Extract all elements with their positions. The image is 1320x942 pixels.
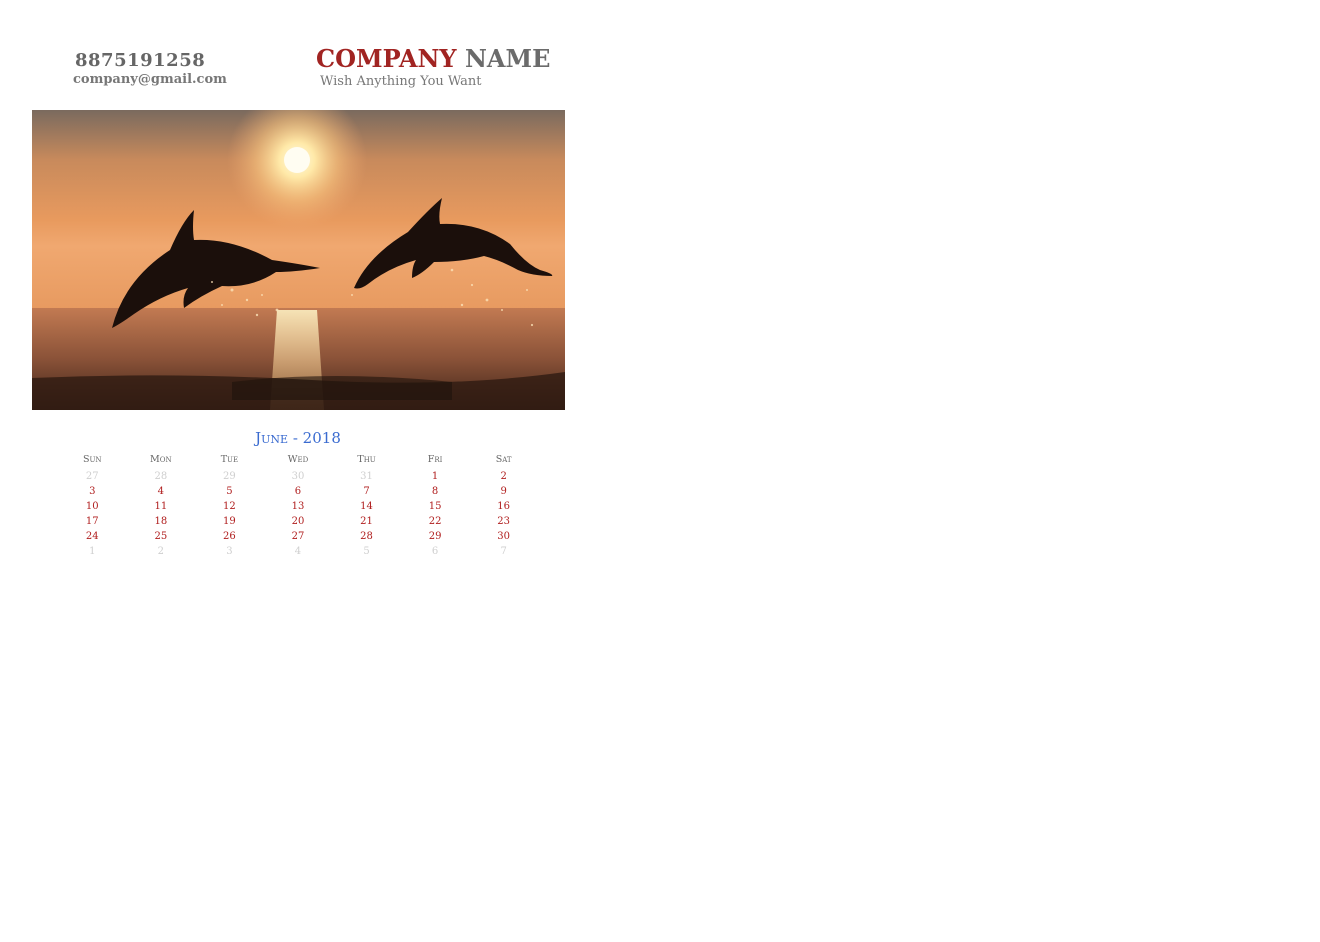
company-name-second-word: NAME xyxy=(464,44,551,73)
weekday-header: Sun Mon Tue Wed Thu Fri Sat xyxy=(58,452,538,469)
weekday-label: Fri xyxy=(427,454,443,465)
calendar-day: 28 xyxy=(360,531,373,542)
calendar-day: 14 xyxy=(360,501,373,512)
calendar-day: 18 xyxy=(154,516,168,527)
calendar-week-row: 17 18 19 20 21 22 23 xyxy=(58,514,538,529)
weekday-label: Wed xyxy=(287,454,309,465)
calendar-day: 13 xyxy=(291,501,305,512)
calendar-day: 8 xyxy=(431,486,439,497)
brand-block: COMPANY NAME Wish Anything You Want xyxy=(316,44,576,90)
calendar-day: 11 xyxy=(154,501,168,512)
calendar-day: 12 xyxy=(223,501,236,512)
calendar-day-outside-month: 2 xyxy=(157,546,165,557)
company-name-first-word: COMPANY xyxy=(316,44,457,73)
calendar-day: 21 xyxy=(360,516,373,527)
calendar-day-outside-month: 27 xyxy=(85,471,99,482)
weekday-label: Mon xyxy=(150,454,172,465)
weekday-label: Sat xyxy=(495,454,512,465)
calendar-day-outside-month: 31 xyxy=(360,471,373,482)
calendar-day: 2 xyxy=(500,471,507,482)
calendar-day-outside-month: 1 xyxy=(89,546,96,557)
calendar-day-outside-month: 6 xyxy=(431,546,439,557)
calendar-day: 4 xyxy=(157,486,165,497)
calendar-week-row: 10 11 12 13 14 15 16 xyxy=(58,499,538,514)
email-address: company@gmail.com xyxy=(73,72,227,87)
calendar-day: 15 xyxy=(428,501,442,512)
contact-block: 8875191258 company@gmail.com xyxy=(73,50,303,88)
calendar-day: 17 xyxy=(85,516,99,527)
calendar-day-outside-month: 5 xyxy=(363,546,370,557)
month-title: June - 2018 xyxy=(255,429,341,447)
calendar-day-outside-month: 28 xyxy=(154,471,168,482)
calendar-day: 27 xyxy=(291,531,305,542)
calendar-day: 6 xyxy=(294,486,302,497)
calendar-day: 30 xyxy=(497,531,511,542)
dolphins-sunset-photo xyxy=(32,110,565,410)
calendar-day: 24 xyxy=(85,531,99,542)
calendar-day: 19 xyxy=(223,516,236,527)
calendar-day: 29 xyxy=(428,531,442,542)
calendar-day: 22 xyxy=(428,516,442,527)
weekday-label: Thu xyxy=(357,454,376,465)
calendar: June - 2018 Sun Mon Tue Wed Thu Fri Sat … xyxy=(58,428,538,559)
calendar-day: 7 xyxy=(363,486,370,497)
calendar-day: 5 xyxy=(226,486,233,497)
calendar-day: 26 xyxy=(223,531,236,542)
calendar-day: 10 xyxy=(85,501,99,512)
calendar-week-row: 24 25 26 27 28 29 30 xyxy=(58,529,538,544)
calendar-week-row: 1 2 3 4 5 6 7 xyxy=(58,544,538,559)
calendar-day-outside-month: 4 xyxy=(294,546,302,557)
calendar-day-outside-month: 3 xyxy=(226,546,233,557)
calendar-day: 23 xyxy=(497,516,511,527)
calendar-day: 20 xyxy=(291,516,305,527)
company-name: COMPANY NAME xyxy=(316,44,576,74)
calendar-day: 3 xyxy=(89,486,96,497)
phone-number: 8875191258 xyxy=(75,50,206,71)
calendar-day: 25 xyxy=(154,531,168,542)
calendar-day-outside-month: 29 xyxy=(223,471,236,482)
calendar-week-row: 3 4 5 6 7 8 9 xyxy=(58,484,538,499)
calendar-week-row: 27 28 29 30 31 1 2 xyxy=(58,469,538,484)
calendar-day-outside-month: 30 xyxy=(291,471,305,482)
weekday-label: Tue xyxy=(220,454,239,465)
calendar-day-outside-month: 7 xyxy=(500,546,507,557)
calendar-grid: 27 28 29 30 31 1 2 3 4 5 6 7 8 9 10 11 12 13 14 15 16 17 18 19 2… xyxy=(58,469,538,559)
calendar-day: 1 xyxy=(431,471,439,482)
tagline: Wish Anything You Want xyxy=(320,74,482,89)
calendar-day: 9 xyxy=(500,486,507,497)
weekday-label: Sun xyxy=(83,454,102,465)
calendar-day: 16 xyxy=(497,501,511,512)
